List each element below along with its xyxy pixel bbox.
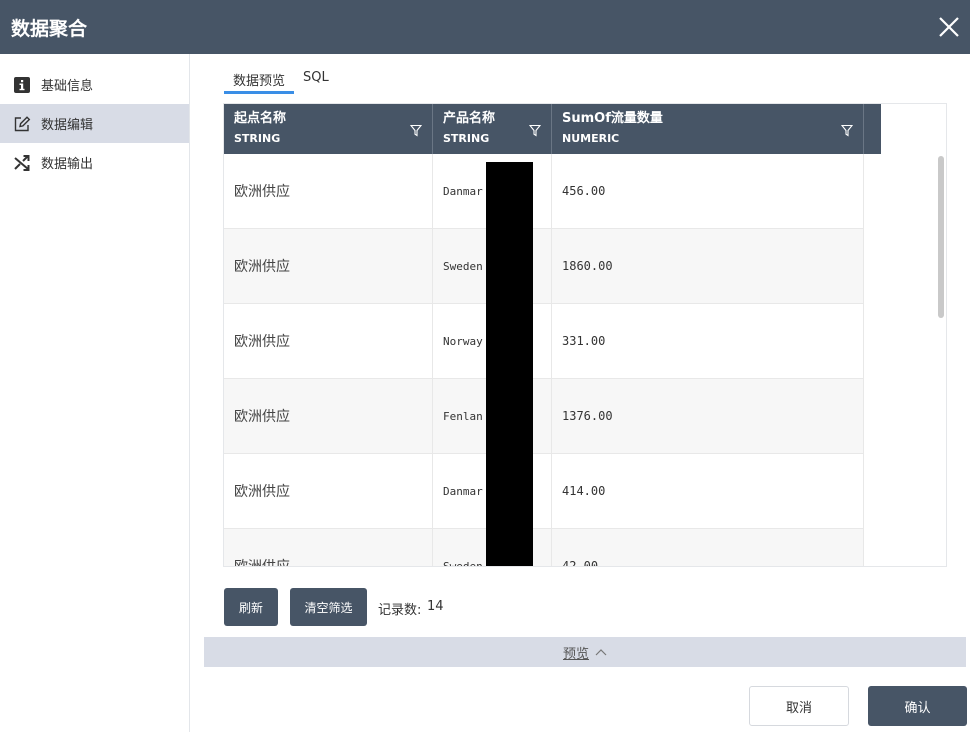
column-type: STRING — [443, 132, 490, 145]
cell-sum: 1860.00 — [552, 229, 864, 303]
close-icon[interactable] — [934, 12, 964, 42]
preview-label: 预览 — [562, 646, 589, 662]
column-name: 产品名称 — [443, 111, 496, 126]
filter-icon[interactable] — [409, 122, 423, 137]
cell-origin: 欧洲供应 — [224, 529, 433, 566]
tab-sql[interactable]: SQL — [294, 66, 338, 94]
cancel-button[interactable]: 取消 — [749, 686, 849, 726]
cell-sum: 456.00 — [552, 154, 864, 228]
chevron-up-icon — [595, 645, 607, 660]
filter-icon[interactable] — [840, 122, 854, 137]
cell-origin: 欧洲供应 — [224, 154, 433, 228]
dialog-title-bar: 数据聚合 — [0, 0, 970, 54]
edit-icon — [13, 115, 31, 133]
column-type: STRING — [234, 132, 281, 145]
column-name: 起点名称 — [234, 111, 287, 126]
cell-sum: 331.00 — [552, 304, 864, 378]
sidebar-item-label: 数据输出 — [41, 157, 94, 172]
table-row[interactable]: 欧洲供应 Sweden 1860.00 — [224, 229, 864, 304]
table-row[interactable]: 欧洲供应 Sweden 42.00 — [224, 529, 864, 566]
cell-sum: 414.00 — [552, 454, 864, 528]
sidebar-item-label: 数据编辑 — [41, 118, 94, 133]
record-count-value: 14 — [427, 599, 444, 614]
confirm-button[interactable]: 确认 — [868, 686, 967, 726]
shuffle-icon — [13, 154, 31, 172]
tab-bar: 数据预览 SQL — [224, 66, 338, 94]
cell-origin: 欧洲供应 — [224, 229, 433, 303]
vertical-scrollbar[interactable] — [938, 156, 944, 318]
table-row[interactable]: 欧洲供应 Fenlan 1376.00 — [224, 379, 864, 454]
dialog-title: 数据聚合 — [11, 17, 88, 40]
column-header-sum-flow: SumOf流量数量 NUMERIC — [552, 104, 864, 154]
table-row[interactable]: 欧洲供应 Norway 331.00 — [224, 304, 864, 379]
column-type: NUMERIC — [562, 132, 620, 145]
column-name: SumOf流量数量 — [562, 111, 663, 126]
sidebar-item-data-edit[interactable]: 数据编辑 — [0, 104, 189, 143]
cell-origin: 欧洲供应 — [224, 304, 433, 378]
header-spacer — [864, 104, 881, 154]
cell-sum: 1376.00 — [552, 379, 864, 453]
sidebar-item-basic-info[interactable]: 基础信息 — [0, 65, 189, 104]
table-row[interactable]: 欧洲供应 Danmar 414.00 — [224, 454, 864, 529]
data-grid: 起点名称 STRING 产品名称 STRING SumOf流量数量 NUMERI… — [223, 103, 947, 567]
refresh-button[interactable]: 刷新 — [224, 588, 278, 626]
tab-data-preview[interactable]: 数据预览 — [224, 66, 295, 94]
preview-toggle[interactable]: 预览 — [204, 637, 966, 667]
clear-filter-button[interactable]: 清空筛选 — [290, 588, 367, 626]
record-count-label: 记录数: — [378, 603, 422, 618]
sidebar-item-data-output[interactable]: 数据输出 — [0, 143, 189, 182]
sidebar-item-label: 基础信息 — [41, 79, 94, 94]
column-header-product: 产品名称 STRING — [433, 104, 552, 154]
cell-origin: 欧洲供应 — [224, 454, 433, 528]
info-icon — [13, 76, 31, 94]
redaction-block — [486, 162, 533, 566]
column-header-origin: 起点名称 STRING — [224, 104, 433, 154]
filter-icon[interactable] — [528, 122, 542, 137]
sidebar: 基础信息 数据编辑 数据输出 — [0, 54, 190, 732]
cell-origin: 欧洲供应 — [224, 379, 433, 453]
grid-header: 起点名称 STRING 产品名称 STRING SumOf流量数量 NUMERI… — [224, 104, 881, 154]
cell-sum: 42.00 — [552, 529, 864, 566]
grid-body: 欧洲供应 Danmar 456.00 欧洲供应 Sweden 1860.00 欧… — [224, 154, 864, 566]
table-row[interactable]: 欧洲供应 Danmar 456.00 — [224, 154, 864, 229]
